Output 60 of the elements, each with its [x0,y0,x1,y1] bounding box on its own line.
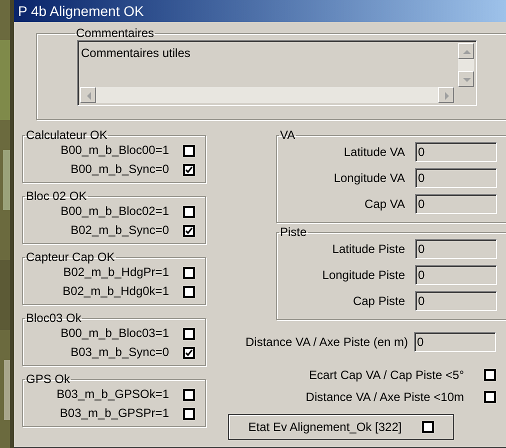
checkmark-icon [185,226,193,234]
text-field[interactable]: 0 [415,142,497,162]
text-field[interactable]: 0 [415,168,497,188]
checkbox[interactable] [183,346,195,358]
horizontal-scrollbar[interactable] [80,87,454,103]
flag-label: B00_m_b_Bloc03=1 [60,326,169,341]
text-field[interactable]: 0 [415,194,497,214]
scroll-up-icon[interactable] [458,43,474,59]
group-title: Bloc03 Ok [25,311,82,325]
flag-label: B00_m_b_Bloc00=1 [60,143,169,158]
field-label: Longitude VA [334,170,405,187]
comments-field[interactable]: Commentaires utiles [77,40,477,106]
checkbox[interactable] [183,266,195,278]
checkbox[interactable] [183,408,195,420]
group-title: Calculateur OK [25,128,108,142]
checkbox[interactable] [183,328,195,340]
flag-label: B02_m_b_HdgPr=1 [63,265,169,280]
checkbox[interactable] [183,286,195,298]
field-label: Latitude VA [344,144,405,161]
group-title: Piste [279,225,308,239]
condition-label: Distance VA / Axe Piste <10m [306,389,464,406]
group-title: GPS Ok [25,372,72,386]
scroll-left-icon[interactable] [80,87,96,103]
text-field[interactable]: 0 [414,332,496,352]
window-title: P 4b Alignement OK [18,3,144,19]
text-field[interactable]: 0 [415,291,497,311]
condition-label: Ecart Cap VA / Cap Piste <5° [309,367,464,384]
checkbox[interactable] [183,206,195,218]
checkmark-icon [185,166,193,174]
flag-label: B03_m_b_GPSPr=1 [60,406,169,421]
flag-label: B03_m_b_GPSOk=1 [56,387,169,402]
scroll-right-icon[interactable] [438,87,454,103]
checkbox[interactable] [183,144,195,156]
field-label: Longitude Piste [322,267,405,284]
group-title: Bloc 02 OK [25,189,88,203]
checkmark-icon [185,348,193,356]
field-label: Latitude Piste [332,241,405,258]
checkbox[interactable] [484,369,496,381]
group-title: VA [279,128,296,142]
field-label: Distance VA / Axe Piste (en m) [245,334,408,351]
scroll-down-icon[interactable] [458,71,474,87]
group-title: Capteur Cap OK [25,250,116,264]
checkbox[interactable] [183,388,195,400]
status-label: Etat Ev Alignement_Ok [322] [248,419,402,436]
vertical-scrollbar[interactable] [458,43,474,87]
comments-text: Commentaires utiles [81,45,190,62]
field-label: Cap VA [364,196,405,213]
text-field[interactable]: 0 [415,265,497,285]
flag-label: B02_m_b_Hdg0k=1 [62,284,169,299]
flag-label: B00_m_b_Bloc02=1 [60,204,169,219]
flag-label: B00_m_b_Sync=0 [70,162,169,177]
flag-label: B03_m_b_Sync=0 [70,345,169,360]
text-field[interactable]: 0 [415,239,497,259]
checkbox[interactable] [422,421,434,433]
flag-label: B02_m_b_Sync=0 [70,223,169,238]
checkbox[interactable] [183,164,195,176]
group-title: Commentaires [75,26,156,40]
checkbox[interactable] [484,391,496,403]
checkbox[interactable] [183,224,195,236]
field-label: Cap Piste [352,293,405,310]
